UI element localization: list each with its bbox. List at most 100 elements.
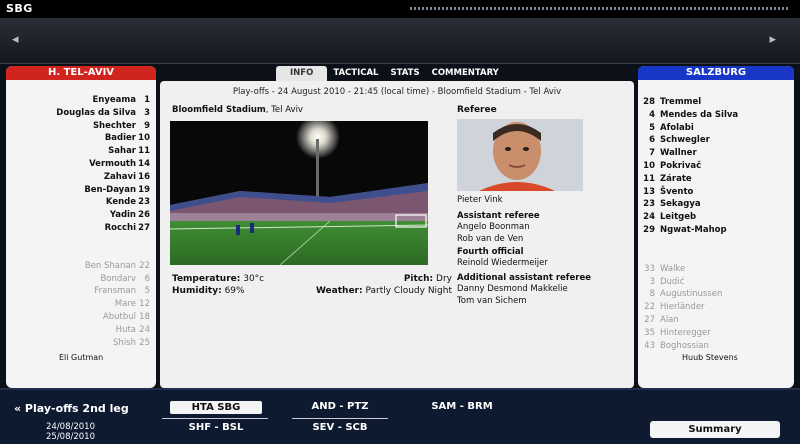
player-name: Wallner (660, 148, 697, 159)
fixture-selected[interactable]: HTA SBG (170, 401, 262, 414)
referee-photo (457, 119, 583, 191)
shirt-number: 12 (139, 299, 150, 310)
shirt-number: 24 (643, 212, 655, 223)
shirt-number: 26 (138, 210, 150, 221)
shirt-number: 3 (144, 107, 150, 118)
additional-assistant-referee-label: Additional assistant referee (457, 273, 591, 283)
shirt-number: 27 (138, 222, 150, 233)
official-name[interactable]: Rob van de Ven (457, 234, 540, 245)
away-manager[interactable]: Huub Stevens (682, 353, 738, 362)
shirt-number: 6 (144, 273, 150, 284)
round-title[interactable]: « Play-offs 2nd leg (14, 402, 129, 415)
substitute-row[interactable]: 35 Hinteregger (638, 327, 794, 340)
player-row[interactable]: 13 Švento (638, 186, 794, 199)
player-name: Ben-Dayan (84, 184, 136, 195)
official-name[interactable]: Angelo Boonman (457, 222, 540, 233)
player-row[interactable]: 7 Wallner (638, 147, 794, 160)
player-name: Kende (105, 197, 136, 208)
player-row[interactable]: Kende 23 (6, 196, 156, 209)
player-row[interactable]: 29 Ngwat-Mahop (638, 224, 794, 237)
player-name: Ngwat-Mahop (660, 224, 727, 235)
player-name: Zahavi (103, 171, 136, 182)
player-name: Shechter (92, 120, 136, 131)
referee-name[interactable]: Pieter Vink (457, 195, 503, 205)
weather-label: Weather: (315, 286, 363, 296)
player-row[interactable]: Rocchi 27 (6, 222, 156, 235)
official-name[interactable]: Reinold Wiedermeijer (457, 258, 548, 269)
tab-info[interactable]: INFO (276, 66, 328, 81)
fourth-official-label: Fourth official (457, 247, 524, 257)
shirt-number: 6 (649, 135, 655, 146)
match-info-panel: Play-offs - 24 August 2010 - 21:45 (loca… (160, 81, 634, 388)
player-row[interactable]: Ben-Dayan 19 (6, 184, 156, 197)
prev-arrow-icon[interactable]: ◂ (12, 32, 19, 47)
shirt-number: 16 (138, 171, 150, 182)
shirt-number: 5 (649, 122, 655, 133)
substitute-row[interactable]: 22 Hierländer (638, 301, 794, 314)
tab-stats[interactable]: STATS (384, 66, 425, 81)
player-name: Douglas da Silva (56, 107, 136, 118)
substitute-row[interactable]: 33 Walke (638, 263, 794, 276)
fixture[interactable]: AND - PTZ (290, 401, 390, 412)
player-row[interactable]: Vermouth 14 (6, 158, 156, 171)
player-row[interactable]: 11 Zárate (638, 173, 794, 186)
substitute-row[interactable]: Mare 12 (6, 298, 156, 311)
player-row[interactable]: 10 Pokrivač (638, 160, 794, 173)
player-name: Vermouth (89, 158, 136, 169)
next-arrow-icon[interactable]: ▸ (769, 32, 776, 47)
player-name: Sahar (108, 146, 136, 157)
substitute-row[interactable]: Ben Shanan 22 (6, 260, 156, 273)
fixture[interactable]: SHF - BSL (170, 422, 262, 433)
referee-heading: Referee (457, 105, 497, 115)
player-name: Walke (660, 263, 686, 274)
player-name: Ben Shanan (84, 260, 136, 271)
leg-date: 24/08/2010 (46, 422, 95, 432)
summary-button[interactable]: Summary (650, 421, 780, 438)
player-row[interactable]: 4 Mendes da Silva (638, 109, 794, 122)
player-name: Pokrivač (660, 160, 702, 171)
substitute-row[interactable]: 27 Alan (638, 314, 794, 327)
navigation-bar: ◂ ▸ (0, 18, 800, 64)
shirt-number: 9 (144, 120, 150, 131)
leg-dates: 24/08/2010 25/08/2010 (46, 422, 95, 442)
substitute-row[interactable]: Huta 24 (6, 324, 156, 337)
tab-tactical[interactable]: TACTICAL (327, 66, 384, 81)
player-row[interactable]: Shechter 9 (6, 120, 156, 133)
fixture[interactable]: SEV - SCB (290, 422, 390, 433)
fixture-divider (292, 418, 388, 419)
club-abbreviation: SBG (6, 2, 33, 15)
shirt-number: 18 (139, 311, 150, 322)
official-name[interactable]: Tom van Sichem (457, 296, 591, 307)
top-strip: SBG (0, 0, 800, 18)
substitute-row[interactable]: 8 Augustinussen (638, 288, 794, 301)
shirt-number: 43 (644, 340, 655, 351)
player-row[interactable]: Yadin 26 (6, 209, 156, 222)
player-row[interactable]: 5 Afolabi (638, 122, 794, 135)
fixture[interactable]: SAM - BRM (412, 401, 512, 412)
player-row[interactable]: Sahar 11 (6, 145, 156, 158)
player-row[interactable]: 6 Schwegler (638, 134, 794, 147)
player-row[interactable]: 24 Leitgeb (638, 211, 794, 224)
player-row[interactable]: 28 Tremmel (638, 96, 794, 109)
assistant-referees: Assistant referee Angelo Boonman Rob van… (457, 211, 540, 245)
substitute-row[interactable]: Fransman 5 (6, 285, 156, 298)
official-name[interactable]: Danny Desmond Makkelie (457, 284, 591, 295)
shirt-number: 3 (649, 276, 655, 287)
player-row[interactable]: Enyeama 1 (6, 94, 156, 107)
shirt-number: 29 (643, 224, 655, 235)
player-row[interactable]: 23 Sekagya (638, 198, 794, 211)
substitute-row[interactable]: 3 Dudić (638, 276, 794, 289)
player-row[interactable]: Zahavi 16 (6, 171, 156, 184)
additional-assistant-referees: Additional assistant referee Danny Desmo… (457, 273, 591, 307)
away-team-panel: SALZBURG 28 Tremmel 4 Mendes da Silva 5 Afo… (638, 66, 794, 388)
substitute-row[interactable]: Shish 25 (6, 337, 156, 350)
substitute-row[interactable]: Bondarv 6 (6, 273, 156, 286)
substitute-row[interactable]: Abutbul 18 (6, 311, 156, 324)
player-name: Dudić (660, 276, 685, 287)
home-manager[interactable]: Eli Gutman (59, 353, 103, 362)
tab-commentary[interactable]: COMMENTARY (426, 66, 505, 81)
player-row[interactable]: Douglas da Silva 3 (6, 107, 156, 120)
substitute-row[interactable]: 43 Boghossian (638, 340, 794, 353)
player-row[interactable]: Badier 10 (6, 132, 156, 145)
player-name: Yadin (109, 210, 136, 221)
